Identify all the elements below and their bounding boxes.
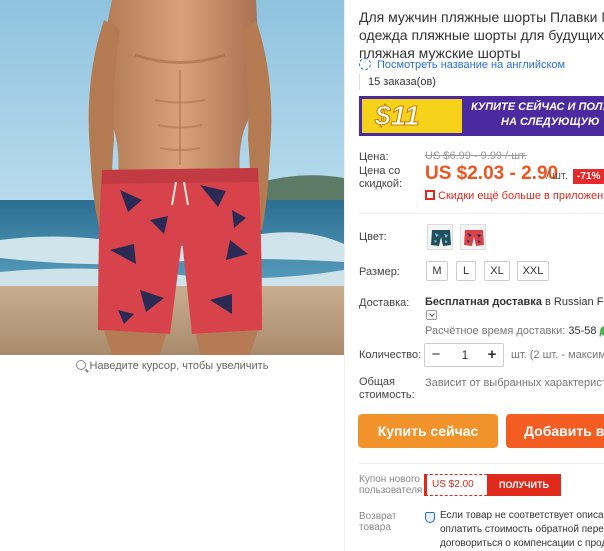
- original-price: US $6.99 - 9.99 / шт.: [425, 150, 527, 162]
- delivery-time: Расчётное время доставки: 35-58 дн.: [425, 325, 604, 337]
- section-divider: [359, 463, 604, 464]
- product-title-line: Для мужчин пляжные шорты Плавки Мужски: [359, 9, 604, 25]
- add-to-cart-button[interactable]: Добавить в к: [506, 414, 604, 448]
- translate-icon: [359, 58, 371, 70]
- shipping-destination[interactable]: в Russian Federa: [545, 296, 604, 308]
- size-option-l[interactable]: L: [456, 261, 476, 281]
- coupon-edge: [424, 474, 427, 496]
- promo-banner-text: КУПИТЕ СЕЙЧАС И ПОЛУ: [471, 101, 604, 113]
- get-coupon-button[interactable]: ПОЛУЧИТЬ: [487, 474, 561, 496]
- discount-price-label-line: скидкой:: [359, 178, 403, 190]
- discount-price-label: Цена со скидкой:: [359, 165, 402, 191]
- color-swatch-navy[interactable]: [427, 224, 453, 250]
- size-label: Размер:: [359, 266, 400, 278]
- magnifier-icon: [75, 360, 86, 370]
- price-unit: / шт.: [546, 170, 568, 182]
- quantity-stepper: − 1 +: [424, 343, 504, 367]
- delivery-status-icon: [600, 326, 604, 336]
- color-label: Цвет:: [359, 231, 387, 243]
- size-option-m[interactable]: M: [426, 261, 448, 281]
- coupon-amount: US $2.00: [432, 479, 474, 490]
- total-label-line: Общая: [359, 376, 395, 388]
- buyer-protection-shield-icon: [425, 512, 435, 523]
- price-label: Цена:: [359, 151, 389, 163]
- color-swatch-red[interactable]: [460, 224, 486, 250]
- coupon-label-line: пользователя: [359, 485, 423, 496]
- promo-banner[interactable]: $11 КУПИТЕ СЕЙЧАС И ПОЛУ НА СЛЕДУЮЩУЮ: [359, 96, 604, 136]
- product-title-line: одежда пляжные шорты для будущих мам Л: [359, 27, 604, 43]
- size-option-xxl[interactable]: XXL: [517, 261, 549, 281]
- promo-banner-amount: $11: [375, 100, 421, 132]
- coupon-card: US $2.00 ПОЛУЧИТЬ: [425, 474, 561, 496]
- quantity-label: Количество:: [359, 349, 422, 361]
- zoom-hint: Наведите курсор, чтобы увеличить: [0, 360, 344, 372]
- returns-policy-text: Если товар не соответствует описан оплат…: [440, 509, 604, 551]
- shorts-thumbnail: [461, 225, 485, 249]
- stock-info: шт. (2 шт. - максиму: [511, 349, 604, 361]
- product-title: Для мужчин пляжные шорты Плавки Мужски о…: [359, 8, 604, 62]
- app-discount-link[interactable]: Скидки ещё больше в приложении: [425, 190, 604, 202]
- returns-label-line: товара: [359, 522, 391, 533]
- returns-policy-line: оплатить стоимость обратной перес: [440, 524, 604, 535]
- app-discount-text[interactable]: Скидки ещё больше в приложении: [438, 190, 604, 202]
- buy-now-button[interactable]: Купить сейчас: [358, 414, 498, 448]
- delivery-time-label: Расчётное время доставки:: [425, 325, 566, 337]
- quantity-increase-button[interactable]: +: [481, 344, 503, 366]
- translate-link-text[interactable]: Посмотреть название на английском: [377, 59, 565, 71]
- section-divider: [359, 213, 604, 214]
- coupon-label-line: Купон нового: [359, 474, 420, 485]
- shipping-options-toggle[interactable]: [426, 310, 437, 320]
- delivery-time-value: 35-58 дн.: [568, 325, 604, 337]
- returns-policy-line: договориться о компенсации с прод: [440, 538, 604, 549]
- product-photo-illustration: [0, 0, 344, 355]
- qr-code-icon: [425, 190, 435, 200]
- discount-badge: -71%: [573, 169, 604, 184]
- new-user-coupon-label: Купон нового пользователя: [359, 474, 422, 496]
- quantity-decrease-button[interactable]: −: [425, 344, 447, 366]
- discount-price-label-line: Цена со: [359, 165, 401, 177]
- promo-banner-text: НА СЛЕДУЮЩУЮ: [501, 116, 600, 128]
- size-option-xl[interactable]: XL: [484, 261, 510, 281]
- translate-title-link[interactable]: Посмотреть название на английском: [359, 58, 565, 71]
- shorts-thumbnail: [428, 225, 452, 249]
- returns-label-line: Возврат: [359, 511, 397, 522]
- quantity-input[interactable]: 1: [447, 344, 483, 366]
- free-shipping-text: Бесплатная доставка: [425, 296, 542, 308]
- current-price: US $2.03 - 2.90: [425, 163, 559, 184]
- column-divider: [344, 0, 345, 551]
- total-value: Зависит от выбранных характеристик т: [425, 377, 604, 389]
- returns-label: Возврат товара: [359, 511, 397, 533]
- product-main-image[interactable]: [0, 0, 344, 355]
- total-label-line: стоимость:: [359, 389, 415, 401]
- shipping-info: Бесплатная доставка в Russian Federa: [425, 296, 604, 308]
- zoom-hint-text: Наведите курсор, чтобы увеличить: [89, 360, 269, 372]
- shipping-label: Доставка:: [359, 297, 410, 309]
- total-label: Общая стоимость:: [359, 376, 415, 402]
- orders-count: 15 заказа(ов): [359, 74, 436, 90]
- returns-policy-line: Если товар не соответствует описан: [440, 510, 604, 521]
